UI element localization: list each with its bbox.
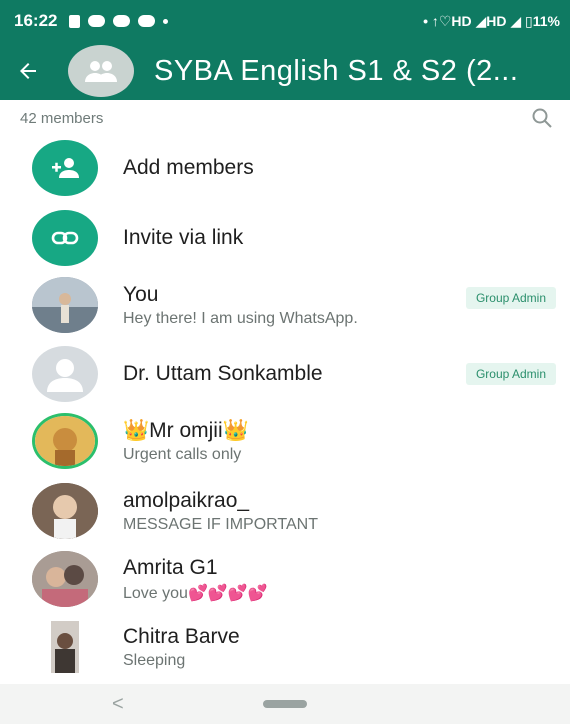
member-row[interactable]: Dr. Uttam Sonkamble Group Admin [0,339,570,409]
dot-icon [163,18,169,24]
member-status: Love you💕💕💕💕 [123,584,268,602]
profile-photo [32,483,98,539]
avatar [32,483,98,539]
avatar [32,551,98,607]
group-title[interactable]: SYBA English S1 & S2 (2... [154,55,518,88]
status-right-text: • ↑♡HD ◢HD ◢ ▯11% [423,12,560,29]
profile-photo [32,551,98,607]
default-avatar-icon [47,359,83,392]
member-status: Urgent calls only [123,445,242,463]
admin-badge: Group Admin [465,287,556,309]
member-name: You [123,282,159,306]
avatar [32,277,98,333]
system-nav-bar: < [0,684,570,724]
member-name: amolpaikrao_ [123,488,250,512]
group-avatar[interactable] [68,45,134,97]
member-name: 👑Mr omjii👑 [123,418,249,442]
add-members-label: Add members [123,156,254,179]
add-members-row[interactable]: Add members [0,133,570,203]
add-person-icon [52,158,79,178]
admin-badge: Group Admin [465,363,556,385]
member-row[interactable]: You Hey there! I am using WhatsApp. Grou… [0,270,570,340]
cloud-icon [138,15,156,27]
member-row[interactable]: Amrita G1 Love you💕💕💕💕 [0,544,570,614]
members-count-row: 42 members [0,100,570,136]
invite-link-row[interactable]: Invite via link [0,203,570,273]
member-name: Chitra Barve [123,624,240,648]
nav-back-icon[interactable]: < [112,693,124,716]
link-icon [51,231,79,245]
member-status: MESSAGE IF IMPORTANT [123,515,318,533]
member-name: Amrita G1 [123,555,218,579]
notification-icons [69,14,169,28]
member-status: Sleeping [123,651,186,669]
group-icon [85,61,117,82]
cloud-icon [113,15,131,27]
invite-link-label: Invite via link [123,226,244,249]
member-status: Hey there! I am using WhatsApp. [123,309,358,327]
notification-icon [69,14,81,28]
system-status: • ↑♡HD ◢HD ◢ ▯11% [423,13,560,30]
app-bar: SYBA English S1 & S2 (2... [0,42,570,100]
avatar [32,413,98,469]
member-row[interactable]: 👑Mr omjii👑 Urgent calls only [0,406,570,476]
member-row[interactable]: Chitra Barve Sleeping [0,612,570,682]
member-row[interactable]: amolpaikrao_ MESSAGE IF IMPORTANT [0,476,570,546]
member-name: Dr. Uttam Sonkamble [123,362,323,385]
avatar [32,346,98,402]
avatar [40,619,90,675]
profile-photo [32,277,98,333]
invite-link-avatar [32,210,98,266]
profile-photo [35,416,95,466]
search-icon[interactable] [530,106,554,130]
home-pill[interactable] [263,700,307,708]
status-time: 16:22 [14,11,58,30]
status-bar: 16:22 • ↑♡HD ◢HD ◢ ▯11% [0,0,570,42]
back-button[interactable] [0,42,56,100]
members-count: 42 members [20,109,104,127]
profile-photo [51,621,79,673]
arrow-left-icon [20,63,36,79]
add-members-avatar [32,140,98,196]
cloud-icon [88,15,106,27]
